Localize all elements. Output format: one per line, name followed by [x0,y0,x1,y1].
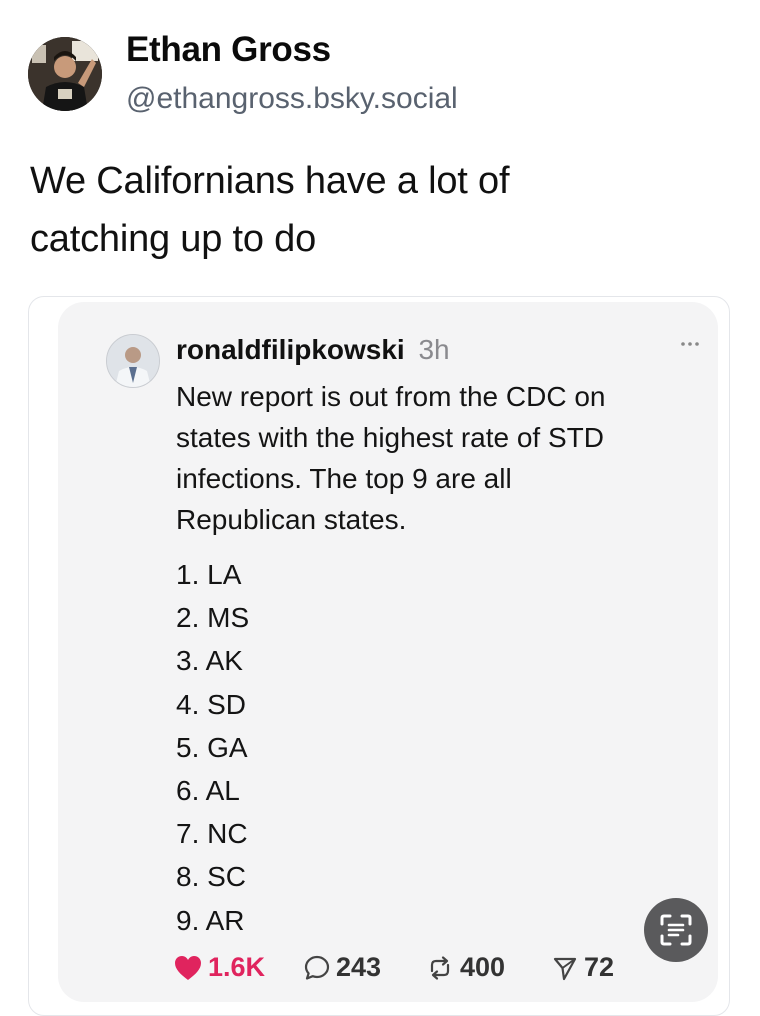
state-list-item: 9. AR [176,904,245,936]
repost-count: 400 [460,952,506,982]
comment-button[interactable]: 243 [304,952,381,983]
state-list-item: 4. SD [176,688,247,720]
inner-username: ronaldfilipkowski [176,334,405,365]
inner-post-text: New report is out from the CDC on states… [176,376,696,540]
share-button[interactable]: 72 [552,952,614,983]
inner-text-line: infections. The top 9 are all [176,463,512,494]
more-icon [681,342,699,346]
inner-text-line: Republican states. [176,504,407,535]
share-count: 72 [584,952,615,982]
state-list: 1. LA 2. MS 3. AK 4. SD 5. GA 6. AL 7. N… [176,553,249,942]
like-count: 1.6K [208,952,266,982]
author-name[interactable]: Ethan Gross [126,30,331,70]
like-button[interactable]: 1.6K [174,952,265,983]
share-icon [553,957,577,980]
state-list-item: 5. GA [176,731,248,763]
inner-avatar-photo [107,335,159,387]
inner-avatar [106,334,160,388]
state-list-item: 2. MS [176,602,250,634]
author-handle[interactable]: @ethangross.bsky.social [126,82,458,116]
inner-text-line: states with the highest rate of STD [176,422,604,453]
repost-button[interactable]: 400 [426,952,505,983]
scan-text-icon [660,914,692,946]
state-list-item: 7. NC [176,818,248,850]
comment-icon [304,955,330,980]
post-text-line: We Californians have a lot of [30,160,510,202]
state-list-item: 3. AK [176,645,243,677]
action-bar: 1.6K 243 400 72 [174,952,694,988]
author-photo [28,37,102,111]
state-list-item: 8. SC [176,861,247,893]
post-text-line: catching up to do [30,218,317,260]
repost-icon [430,955,450,980]
heart-icon [175,955,201,980]
embedded-screenshot[interactable]: ronaldfilipkowski 3h New report is out f… [58,302,718,1002]
inner-timestamp: 3h [418,334,450,365]
state-list-item: 6. AL [176,774,240,806]
post-text: We Californians have a lot of catching u… [30,152,730,268]
inner-text-line: New report is out from the CDC on [176,381,606,412]
state-list-item: 1. LA [176,559,242,590]
inner-header: ronaldfilipkowski 3h [176,334,450,366]
comment-count: 243 [336,952,382,982]
author-avatar[interactable] [28,37,102,111]
